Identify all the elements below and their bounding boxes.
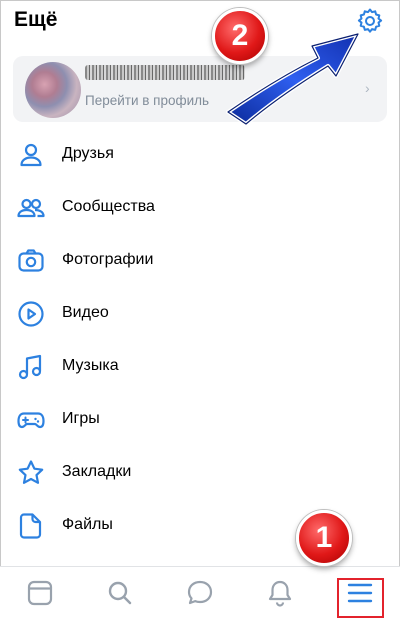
star-icon bbox=[18, 460, 44, 484]
menu-item-label: Файлы bbox=[62, 516, 113, 533]
menu-item-label: Сообщества bbox=[62, 198, 155, 215]
gamepad-icon bbox=[17, 412, 45, 429]
menu-item-music[interactable]: Музыка bbox=[0, 340, 400, 392]
menu-item-video[interactable]: Видео bbox=[0, 287, 400, 339]
menu-item-label: Закладки bbox=[62, 463, 132, 480]
page-title: Ещё bbox=[14, 8, 58, 31]
music-note-icon bbox=[18, 354, 42, 380]
menu-item-games[interactable]: Игры bbox=[0, 393, 400, 445]
menu-item-label: Музыка bbox=[62, 357, 119, 374]
menu-item-label: Видео bbox=[62, 304, 109, 321]
menu-item-label: Друзья bbox=[62, 145, 114, 162]
annotation-badge-1: 1 bbox=[296, 510, 352, 566]
avatar bbox=[25, 62, 81, 118]
camera-icon bbox=[18, 249, 44, 272]
messages-icon[interactable] bbox=[182, 575, 218, 611]
menu-item-bookmarks[interactable]: Закладки bbox=[0, 446, 400, 498]
play-icon bbox=[18, 301, 44, 327]
menu-item-photos[interactable]: Фотографии bbox=[0, 234, 400, 286]
menu-item-label: Игры bbox=[62, 410, 100, 427]
highlight-box bbox=[337, 578, 384, 618]
go-to-profile-label: Перейти в профиль bbox=[85, 93, 210, 108]
bell-icon[interactable] bbox=[262, 575, 298, 611]
menu-item-communities[interactable]: Сообщества bbox=[0, 181, 400, 233]
menu-item-label: Фотографии bbox=[62, 251, 154, 268]
news-icon[interactable] bbox=[22, 575, 58, 611]
users-icon bbox=[17, 198, 45, 218]
user-icon bbox=[20, 143, 42, 167]
annotation-badge-2: 2 bbox=[212, 8, 268, 64]
menu-item-friends[interactable]: Друзья bbox=[0, 128, 400, 180]
file-icon bbox=[19, 513, 42, 539]
search-icon[interactable] bbox=[102, 575, 138, 611]
